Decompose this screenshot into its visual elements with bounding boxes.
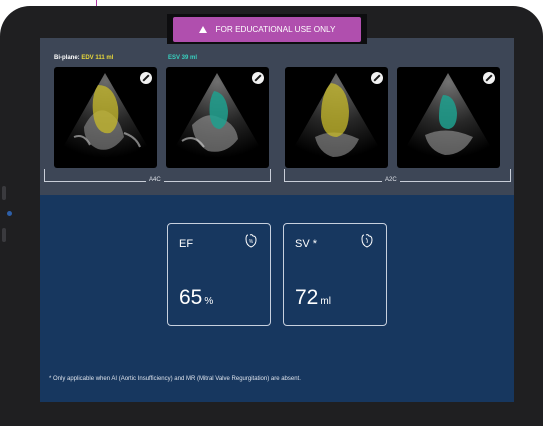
echo-frame-a4c-esv[interactable] xyxy=(166,67,269,168)
edv-value: EDV 111 ml xyxy=(81,55,114,61)
app-screen: Bi-plane: EDV 111 ml ESV 39 ml A4C A2C E… xyxy=(40,38,514,402)
sv-value: 72 ml xyxy=(295,286,331,310)
edit-pencil-icon[interactable] xyxy=(483,72,495,84)
a2c-bracket-right xyxy=(510,169,511,182)
edit-pencil-icon[interactable] xyxy=(371,72,383,84)
sv-number: 72 xyxy=(295,286,319,309)
echo-frame-a2c-edv[interactable] xyxy=(285,67,388,168)
heart-icon xyxy=(361,234,373,248)
echo-frame-a4c-edv[interactable] xyxy=(54,67,157,168)
footnote-text: * Only applicable when AI (Aortic Insuff… xyxy=(49,376,301,382)
ef-number: 65 xyxy=(179,286,203,309)
sv-result-card: SV * 72 ml xyxy=(283,223,387,326)
view-label-a2c: A2C xyxy=(382,177,400,183)
tablet-camera xyxy=(7,211,12,216)
svg-text:%: % xyxy=(249,239,254,245)
view-label-a4c: A4C xyxy=(146,177,164,183)
tablet-side-button xyxy=(2,228,6,242)
heart-percent-icon: % xyxy=(245,234,257,248)
a4c-bracket-right xyxy=(270,169,271,182)
warning-triangle-icon xyxy=(198,26,207,33)
ef-result-card: EF % 65% xyxy=(167,223,271,326)
sv-title: SV * xyxy=(295,238,318,250)
edit-pencil-icon[interactable] xyxy=(140,72,152,84)
esv-value: ESV 39 ml xyxy=(168,55,198,61)
echo-frame-a2c-esv[interactable] xyxy=(397,67,500,168)
sv-unit: ml xyxy=(320,296,331,307)
edit-pencil-icon[interactable] xyxy=(252,72,264,84)
ef-title: EF xyxy=(179,238,194,250)
tablet-side-button xyxy=(2,186,6,200)
ef-unit: % xyxy=(204,296,214,307)
banner-text: FOR EDUCATIONAL USE ONLY xyxy=(215,25,336,34)
echo-views-panel: Bi-plane: EDV 111 ml ESV 39 ml A4C A2C xyxy=(40,38,514,195)
biplane-volume-label: Bi-plane: EDV 111 ml xyxy=(54,55,113,61)
biplane-label: Bi-plane: xyxy=(54,55,80,61)
educational-use-banner: FOR EDUCATIONAL USE ONLY xyxy=(173,17,361,42)
ef-value: 65% xyxy=(179,286,213,310)
